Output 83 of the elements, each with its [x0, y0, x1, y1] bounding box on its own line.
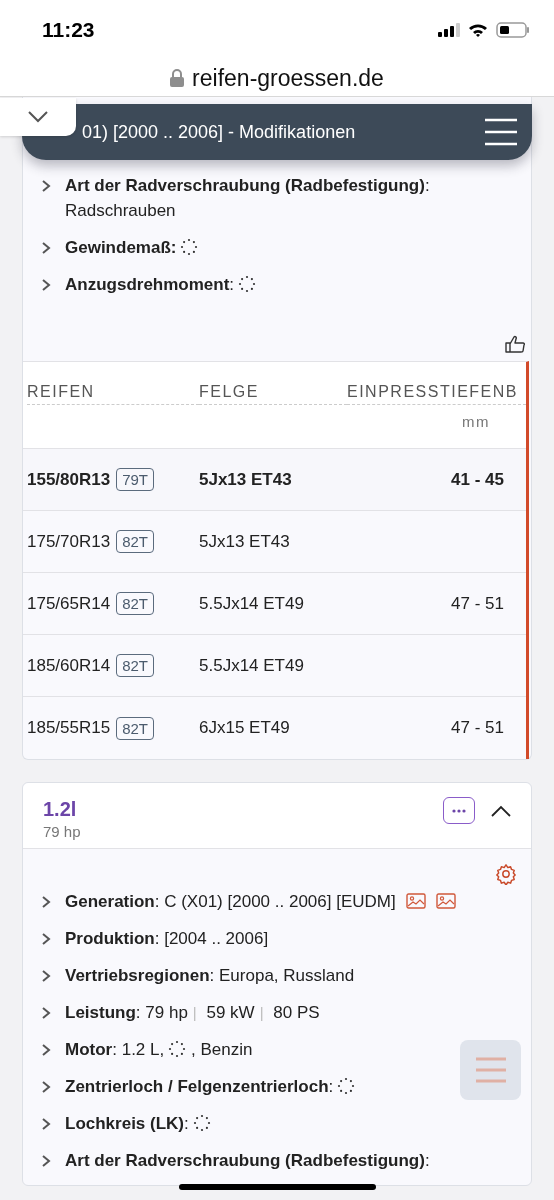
- spec-label: Produktion:: [65, 929, 160, 948]
- loading-icon: [192, 1114, 211, 1132]
- table-row[interactable]: 175/65R14 82T 5.5Jx14 ET49 47 - 51: [23, 573, 526, 635]
- chevron-right-icon: [41, 242, 51, 254]
- load-index-badge: 82T: [116, 592, 155, 615]
- offset-range: 47 - 51: [451, 593, 504, 613]
- load-index-badge: 82T: [116, 716, 155, 740]
- separator: |: [259, 1004, 264, 1021]
- tire-size: 155/80R13: [27, 468, 111, 491]
- unit-label: mm: [461, 412, 491, 432]
- chevron-down-icon: [28, 111, 48, 123]
- chevron-up-icon[interactable]: [491, 804, 511, 817]
- more-icon: [452, 808, 466, 813]
- rim-size: 5Jx13 ET43: [199, 469, 292, 489]
- chevron-right-icon: [41, 1044, 51, 1056]
- chevron-right-icon: [41, 933, 51, 945]
- spec-label: Generation:: [65, 892, 160, 911]
- image-icon: [405, 893, 426, 909]
- offset-range: 41 - 45: [451, 469, 504, 489]
- spec-label: Art der Radverschraubung (Radbefestigung):: [65, 1151, 430, 1170]
- menu-icon: [474, 1057, 507, 1083]
- spec-value: 59 kW: [205, 1003, 255, 1022]
- spec-value: 79 hp: [144, 1003, 188, 1022]
- rim-size: 6Jx15 ET49: [199, 718, 290, 738]
- chevron-right-icon: [41, 180, 51, 192]
- chevron-right-icon: [41, 1007, 51, 1019]
- column-header: EINPRESSTIEFENB: [347, 380, 526, 405]
- spec-value: Radschrauben: [65, 201, 176, 220]
- column-header: FELGE: [199, 380, 347, 405]
- chevron-right-icon: [41, 279, 51, 291]
- spec-label: Motor:: [65, 1040, 117, 1059]
- chevron-right-icon: [41, 1118, 51, 1130]
- spec-label: Gewindemaß:: [65, 238, 177, 257]
- collapse-tab[interactable]: [0, 98, 76, 136]
- chevron-right-icon: [41, 896, 51, 908]
- spec-label: Leistung:: [65, 1003, 141, 1022]
- load-index-badge: 82T: [116, 530, 155, 553]
- loading-icon: [180, 238, 199, 256]
- tire-size: 175/70R13: [27, 530, 111, 553]
- chevron-right-icon: [41, 1081, 51, 1093]
- load-index-badge: 79T: [116, 468, 155, 491]
- tire-size: 185/60R14: [27, 654, 111, 677]
- table-row[interactable]: 185/55R15 82T 6Jx15 ET49 47 - 51: [23, 697, 526, 759]
- more-button[interactable]: [443, 797, 475, 824]
- loading-icon: [238, 275, 257, 293]
- column-header: REIFEN: [27, 380, 199, 405]
- spec-value: 80 PS: [272, 1003, 320, 1022]
- chevron-right-icon: [41, 1155, 51, 1167]
- spec-label: Art der Radverschraubung (Radbefestigung):: [65, 176, 430, 195]
- menu-icon[interactable]: [484, 118, 518, 146]
- offset-range: 47 - 51: [451, 718, 504, 738]
- engine-power: 79 hp: [43, 822, 81, 842]
- rim-size: 5.5Jx14 ET49: [199, 593, 304, 613]
- thumbs-up-icon[interactable]: [505, 335, 525, 353]
- spec-value: Europa, Russland: [218, 966, 355, 985]
- rim-size: 5.5Jx14 ET49: [199, 655, 304, 675]
- image-icon: [435, 893, 456, 909]
- spec-value: , Benzin: [189, 1040, 253, 1059]
- table-row[interactable]: 185/60R14 82T 5.5Jx14 ET49: [23, 635, 526, 697]
- wifi-icon: [468, 23, 488, 37]
- spec-value: [2004 .. 2006]: [163, 929, 269, 948]
- lock-icon: [170, 69, 185, 87]
- spec-label: Vertriebsregionen:: [65, 966, 215, 985]
- loading-icon: [168, 1040, 187, 1058]
- header-title: 01) [2000 .. 2006] - Modifikationen: [82, 120, 356, 144]
- signal-icon: [438, 23, 460, 37]
- tire-size: 175/65R14: [27, 592, 111, 615]
- table-row[interactable]: 175/70R13 82T 5Jx13 ET43: [23, 511, 526, 573]
- spec-label: Lochkreis (LK):: [65, 1114, 189, 1133]
- spec-label: Anzugsdrehmoment:: [65, 275, 235, 294]
- chevron-right-icon: [41, 970, 51, 982]
- load-index-badge: 82T: [116, 654, 155, 677]
- clock: 11:23: [42, 17, 95, 44]
- settings-icon[interactable]: [495, 863, 517, 885]
- spec-value: 1.2 L,: [120, 1040, 165, 1059]
- loading-icon: [337, 1077, 356, 1095]
- engine-title: 1.2l: [43, 797, 78, 821]
- tire-size: 185/55R15: [27, 717, 111, 740]
- spec-value: C (X01) [2000 .. 2006] [EUDM]: [163, 892, 396, 911]
- rim-size: 5Jx13 ET43: [199, 531, 290, 551]
- spec-label: Zentrierloch / Felgenzentrierloch:: [65, 1077, 334, 1096]
- separator: |: [192, 1004, 197, 1021]
- battery-icon: [496, 22, 530, 38]
